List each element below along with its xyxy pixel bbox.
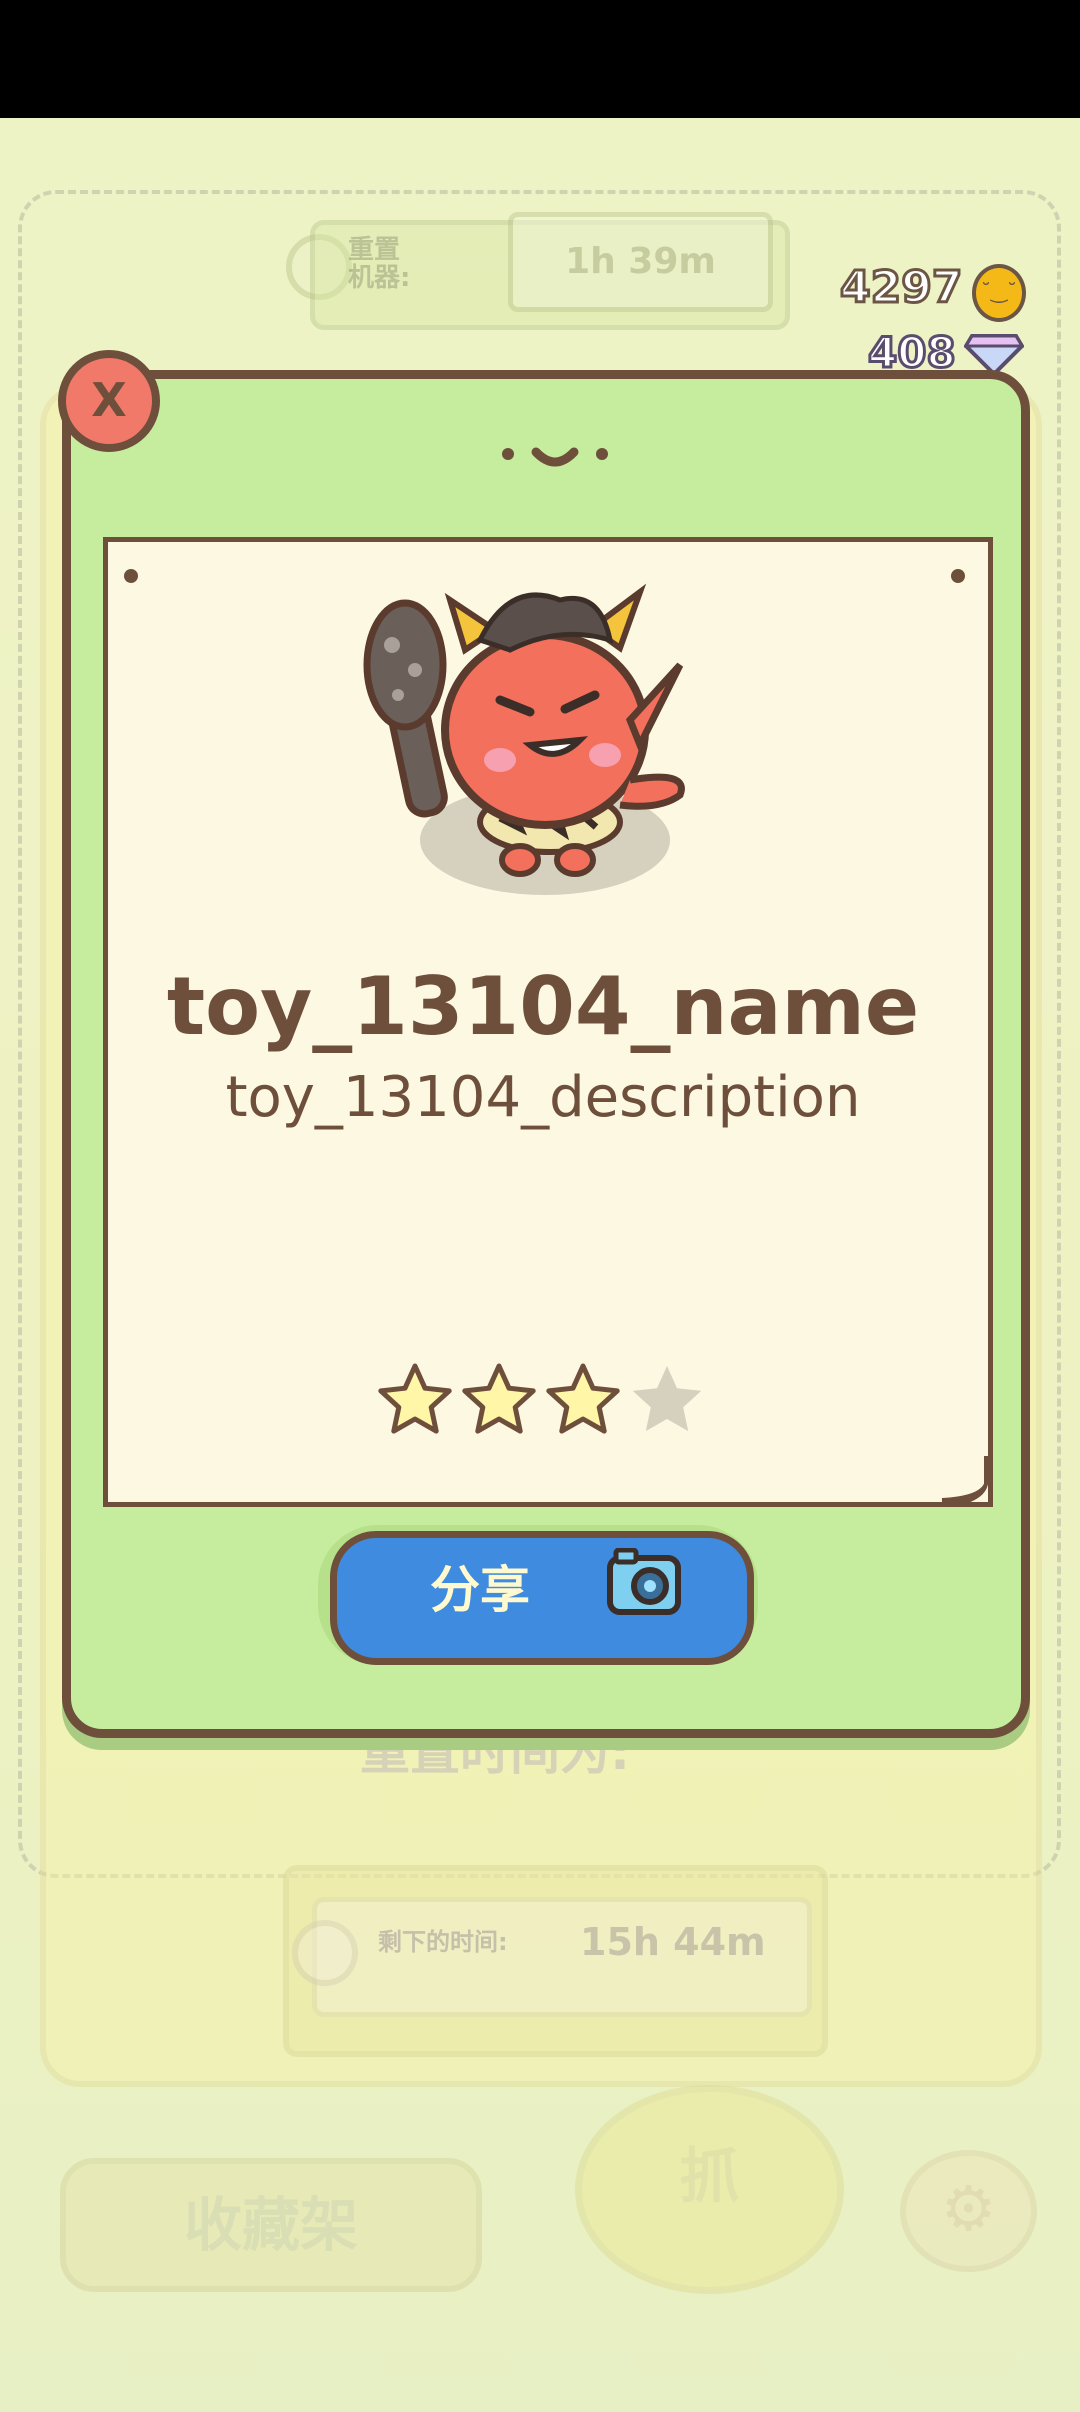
toy-description: toy_13104_description <box>225 1065 861 1130</box>
toy-oni-illustration <box>363 583 685 895</box>
share-label: 分享 <box>430 1561 530 1619</box>
reset-machine-label: 重置 机器: <box>348 235 411 293</box>
rating-stars <box>378 1363 702 1434</box>
remaining-clock-icon <box>292 1920 358 1986</box>
grab-button[interactable]: 抓 <box>575 2085 844 2294</box>
share-button[interactable] <box>330 1531 754 1665</box>
coin-icon: ˘‿˘ <box>972 264 1026 322</box>
remaining-time-label: 剩下的时间: <box>378 1928 508 1956</box>
close-button[interactable]: X <box>58 350 160 452</box>
pin-left <box>124 569 138 583</box>
star-filled-icon <box>378 1363 452 1434</box>
star-empty-icon <box>632 1366 702 1432</box>
reset-timer: 1h 39m <box>508 212 773 312</box>
collection-shelf-button[interactable]: 收藏架 <box>60 2158 482 2292</box>
smile-face-icon <box>502 447 608 467</box>
remaining-time-value: 15h 44m <box>580 1920 766 1964</box>
settings-gear-icon[interactable]: ⚙ <box>900 2150 1037 2272</box>
star-filled-icon <box>462 1363 536 1434</box>
star-filled-icon <box>546 1363 620 1434</box>
coin-count: 4297 <box>838 261 963 315</box>
camera-icon <box>607 1548 681 1615</box>
status-bar <box>0 0 1080 118</box>
toy-name: toy_13104_name <box>166 960 920 1053</box>
page-curl-icon <box>941 1456 988 1502</box>
pin-right <box>951 569 965 583</box>
